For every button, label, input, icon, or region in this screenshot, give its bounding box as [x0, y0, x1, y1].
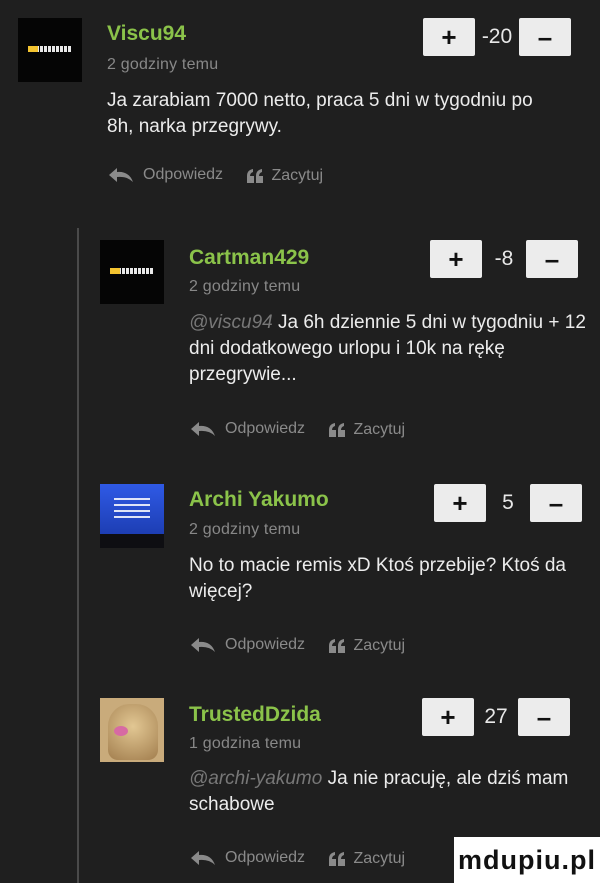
vote-controls: + 5 – [434, 484, 582, 522]
downvote-button[interactable]: – [519, 18, 571, 56]
quote-button[interactable]: Zacytuj [328, 850, 405, 868]
timestamp: 2 godziny temu [189, 278, 301, 295]
downvote-button[interactable]: – [526, 240, 578, 278]
comment-text: No to macie remis xD Ktoś przebije? Ktoś… [189, 555, 566, 602]
score: -20 [481, 25, 513, 48]
upvote-button[interactable]: + [423, 18, 475, 56]
timestamp: 2 godziny temu [189, 521, 301, 538]
quote-button[interactable]: Zacytuj [328, 637, 405, 655]
reply-button[interactable]: Odpowiedz [189, 420, 305, 438]
username[interactable]: TrustedDzida [189, 703, 321, 727]
comment-actions: Odpowiedz Zacytuj [189, 636, 405, 659]
comment-text: @viscu94 Ja 6h dziennie 5 dni w tygodniu… [189, 312, 586, 385]
timestamp: 1 godzina temu [189, 735, 302, 752]
mention[interactable]: @archi-yakumo [189, 768, 322, 789]
reply-button[interactable]: Odpowiedz [189, 849, 305, 867]
quote-icon [328, 851, 346, 867]
score: 5 [502, 491, 514, 514]
vote-controls: + -20 – [423, 18, 571, 56]
avatar[interactable] [18, 18, 82, 82]
username[interactable]: Cartman429 [189, 246, 309, 270]
upvote-button[interactable]: + [422, 698, 474, 736]
downvote-button[interactable]: – [530, 484, 582, 522]
thread-line [77, 228, 79, 883]
upvote-button[interactable]: + [430, 240, 482, 278]
avatar[interactable] [100, 484, 164, 548]
comment-text: Ja zarabiam 7000 netto, praca 5 dni w ty… [107, 90, 533, 137]
reply-arrow-icon [107, 166, 135, 184]
avatar[interactable] [100, 698, 164, 762]
reply-button[interactable]: Odpowiedz [189, 636, 305, 654]
comment-actions: Odpowiedz Zacytuj [189, 849, 405, 872]
timestamp: 2 godziny temu [107, 56, 219, 73]
comment-text: @archi-yakumo Ja nie pracuję, ale dziś m… [189, 768, 569, 815]
upvote-button[interactable]: + [434, 484, 486, 522]
score: -8 [494, 247, 514, 270]
comment-actions: Odpowiedz Zacytuj [189, 420, 405, 443]
reply-button[interactable]: Odpowiedz [107, 166, 223, 184]
quote-button[interactable]: Zacytuj [246, 167, 323, 185]
downvote-button[interactable]: – [518, 698, 570, 736]
comment-actions: Odpowiedz Zacytuj [107, 166, 323, 189]
watermark-logo: mdupiu.pl [454, 837, 600, 883]
quote-icon [328, 638, 346, 654]
quote-button[interactable]: Zacytuj [328, 421, 405, 439]
avatar[interactable] [100, 240, 164, 304]
reply-arrow-icon [189, 849, 217, 867]
quote-icon [328, 422, 346, 438]
quote-icon [246, 168, 264, 184]
username[interactable]: Archi Yakumo [189, 488, 329, 512]
vote-controls: + -8 – [430, 240, 578, 278]
reply-arrow-icon [189, 420, 217, 438]
reply-arrow-icon [189, 636, 217, 654]
mention[interactable]: @viscu94 [189, 312, 273, 333]
score: 27 [484, 705, 508, 728]
vote-controls: + 27 – [422, 698, 570, 736]
username[interactable]: Viscu94 [107, 22, 186, 46]
